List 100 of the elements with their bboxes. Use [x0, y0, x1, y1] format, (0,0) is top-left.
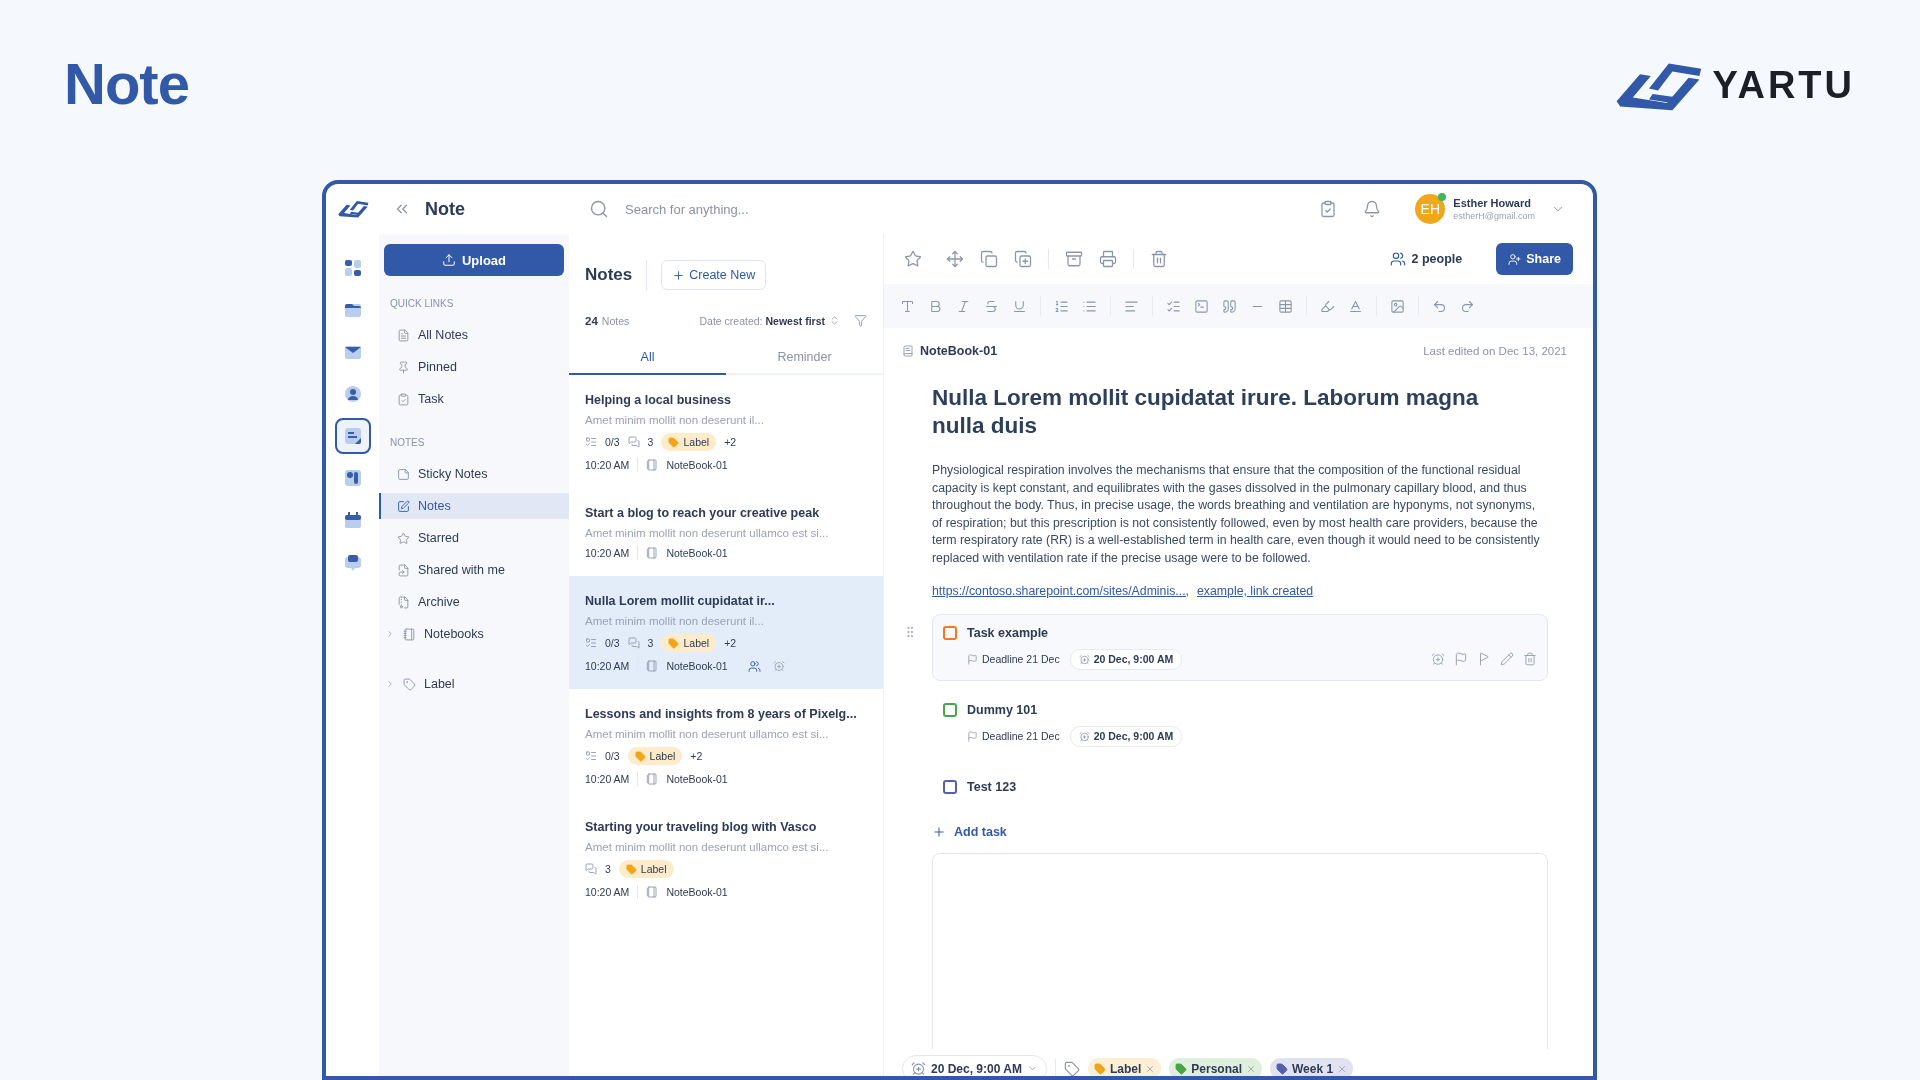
sidebar-item[interactable]: Notebooks [379, 621, 569, 648]
tag-icon [634, 750, 646, 762]
sidebar-item[interactable]: Task [379, 386, 569, 413]
filter-icon[interactable] [854, 314, 867, 328]
note-preview: Amet minim mollit non deserunt il... [585, 414, 765, 427]
note-list-item[interactable]: Helping a local business Amet minim mollit non deserunt il... 0/3 3 Label +2 10:20 AM NoteBook-01 [569, 375, 883, 489]
sidebar-item[interactable]: Starred [379, 525, 569, 552]
strikethrough-icon[interactable] [984, 298, 999, 314]
note-heading: Nulla Lorem mollit cupidatat irure. Laborum magna nulla duis [932, 384, 1480, 441]
notebook-name: NoteBook-01 [666, 459, 728, 472]
star-icon[interactable] [904, 250, 922, 269]
notebook-icon [646, 547, 659, 560]
label-tag[interactable]: Personal [1169, 1058, 1262, 1076]
sort-dropdown[interactable]: Date created: Newest first [699, 314, 825, 327]
delete-icon[interactable] [1523, 652, 1537, 667]
text-size-icon[interactable] [900, 298, 915, 314]
comment-count: 3 [605, 863, 611, 876]
move-icon[interactable] [946, 250, 964, 269]
task-reminder[interactable]: 20 Dec, 9:00 AM [1069, 648, 1183, 670]
task-reminder[interactable]: 20 Dec, 9:00 AM [1069, 725, 1183, 747]
list-tab[interactable]: All [569, 341, 726, 376]
checklist-icon [585, 436, 597, 449]
note-preview: Amet minim mollit non deserunt il... [585, 615, 765, 628]
sidebar-item[interactable]: Sticky Notes [379, 461, 569, 488]
caret-icon [385, 679, 395, 690]
underline-icon[interactable] [1012, 298, 1027, 314]
notebook-icon [403, 627, 416, 641]
people-count[interactable]: 2 people [1389, 251, 1463, 268]
bold-icon[interactable] [928, 298, 943, 314]
sidebar-item[interactable]: All Notes [379, 322, 569, 349]
align-icon[interactable] [1124, 298, 1139, 314]
quote-icon[interactable] [1222, 298, 1237, 314]
list-title: Notes [585, 260, 648, 291]
sidebar-item[interactable]: Notes [379, 493, 569, 520]
link[interactable]: https://contoso.sharepoint.com/sites/Adminis..., [932, 583, 1189, 598]
upload-button[interactable]: Upload [384, 244, 564, 277]
section-heading: QUICK LINKS [389, 298, 455, 310]
sidebar-item[interactable]: Pinned [379, 354, 569, 381]
section-heading: NOTES [389, 437, 426, 449]
checklist-icon [585, 750, 597, 763]
label-tag[interactable]: Label [1087, 1058, 1162, 1076]
sidebar-item[interactable]: Label [379, 671, 569, 698]
highlighter-icon[interactable] [1320, 298, 1335, 314]
shared-file-icon [397, 563, 410, 577]
duplicate-icon[interactable] [1014, 250, 1032, 269]
redo-icon[interactable] [1460, 298, 1475, 314]
copy-icon[interactable] [980, 250, 998, 269]
add-task-button[interactable]: Add task [932, 824, 1007, 839]
notification-bell-icon[interactable] [1363, 200, 1382, 219]
brand-name: YARTU [1712, 63, 1855, 107]
note-title: Lessons and insights from 8 years of Pixelg... [585, 707, 858, 722]
archive-icon [397, 595, 410, 609]
alarm-icon[interactable] [1431, 652, 1445, 667]
bullet-list-icon[interactable] [1082, 298, 1097, 314]
table-icon[interactable] [1278, 298, 1293, 314]
note-list-item[interactable]: Starting your traveling blog with Vasco Amet minim mollit non deserunt ullamco est si... 3 Label 10:20 AM NoteBook-01 [569, 802, 883, 916]
note-list-item[interactable]: Start a blog to reach your creative peak Amet minim mollit non deserunt ullamco est si... 10:20 AM NoteBook-01 [569, 488, 883, 577]
sticky-note-icon [397, 467, 410, 481]
note-list-item[interactable]: Lessons and insights from 8 years of Pixelg... Amet minim mollit non deserunt ullamco est si... 0/3 Label +2 10:20 AM NoteBook-01 [569, 689, 883, 803]
sidebar-item[interactable]: Shared with me [379, 557, 569, 584]
users-icon [1389, 251, 1406, 268]
code-block-icon[interactable] [1194, 298, 1209, 314]
search-field[interactable]: Search for anything... [623, 200, 923, 218]
remove-icon[interactable] [1246, 1063, 1256, 1074]
notebook-icon [646, 459, 659, 472]
create-new-button[interactable]: Create New [661, 260, 767, 291]
archive-icon[interactable] [1065, 250, 1083, 269]
task-checkbox[interactable] [943, 779, 957, 794]
print-icon[interactable] [1099, 250, 1117, 269]
notebook-name: NoteBook-01 [666, 547, 728, 560]
task-checkbox[interactable] [943, 702, 957, 717]
remove-icon[interactable] [1337, 1063, 1348, 1074]
note-preview: Amet minim mollit non deserunt ullamco est si... [585, 841, 830, 854]
text-color-icon[interactable] [1348, 298, 1363, 314]
reminder-dropdown[interactable]: 20 Dec, 9:00 AM [902, 1054, 1047, 1076]
task-title: Task example [967, 625, 1049, 640]
nav-rail-item[interactable] [334, 418, 371, 455]
italic-icon[interactable] [956, 298, 971, 314]
flag-icon[interactable] [1477, 652, 1491, 667]
image-icon[interactable] [1390, 298, 1405, 314]
undo-icon[interactable] [1432, 298, 1447, 314]
delete-icon[interactable] [1150, 250, 1168, 269]
label-tag: Label [627, 747, 683, 766]
edit-icon[interactable] [1500, 652, 1514, 667]
label-icon[interactable] [1063, 1060, 1080, 1076]
share-button[interactable]: Share [1496, 243, 1573, 276]
label-tag[interactable]: Week 1 [1270, 1058, 1354, 1076]
checklist-icon[interactable] [1166, 298, 1181, 314]
note-title: Start a blog to reach your creative peak [585, 506, 821, 521]
remove-icon[interactable] [1145, 1063, 1156, 1074]
task-checkbox[interactable] [943, 625, 957, 640]
link[interactable]: example, link created [1197, 583, 1314, 598]
sidebar-item[interactable]: Archive [379, 589, 569, 616]
last-edited: Last edited on Dec 13, 2021 [1423, 345, 1567, 358]
tasks-icon[interactable] [1319, 200, 1338, 219]
note-list-item[interactable]: Nulla Lorem mollit cupidatat ir... Amet minim mollit non deserunt il... 0/3 3 Label +2 10:20 AM NoteBook-01 [569, 576, 883, 690]
comment-count: 3 [647, 637, 654, 650]
flag-icon[interactable] [1454, 652, 1468, 667]
notebook-label[interactable]: NoteBook-01 [902, 344, 998, 359]
numbered-list-icon[interactable] [1054, 298, 1069, 314]
